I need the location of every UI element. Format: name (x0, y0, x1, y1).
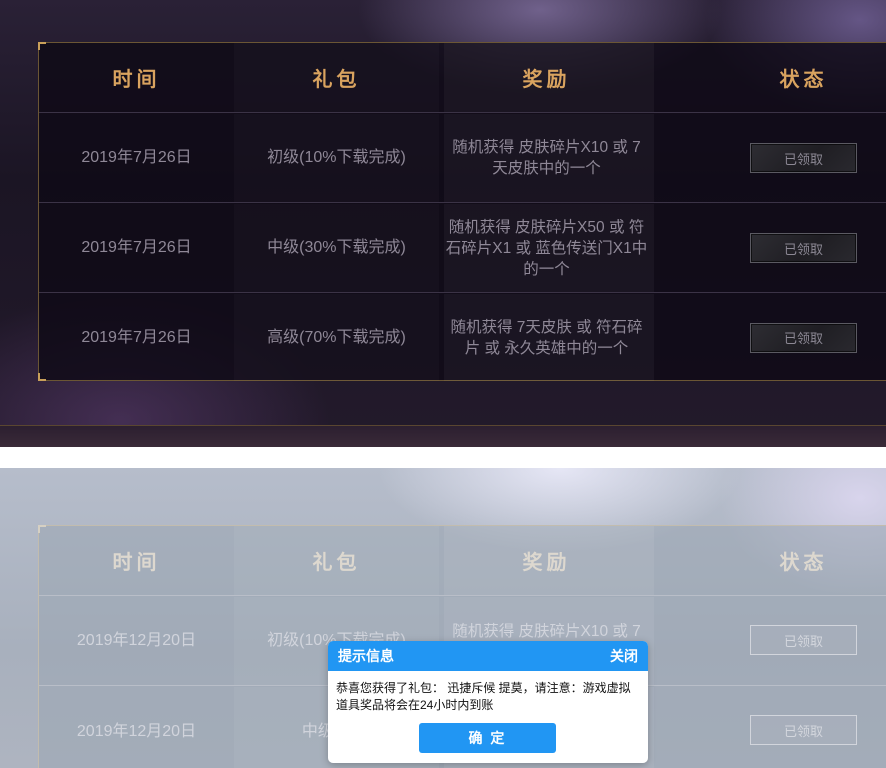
row-reward: 随机获得 皮肤碎片X10 或 7 (452, 623, 641, 640)
claimed-button[interactable]: 已领取 (750, 625, 857, 655)
confirm-button[interactable]: 确 定 (419, 723, 556, 753)
header-pack: 礼包 (312, 67, 361, 91)
table-row: 2019年7月26日 高级(70%下载完成) 随机获得 7天皮肤 或 符石碎片 … (39, 294, 886, 381)
header-reward: 奖励 (522, 67, 571, 91)
rewards-table: 时间 礼包 奖励 状态 2019年7月26日 初级(10%下载完成) 随机获得 … (38, 42, 886, 381)
header-status: 状态 (779, 67, 828, 91)
claimed-button[interactable]: 已领取 (750, 143, 857, 173)
rewards-panel-top: 时间 礼包 奖励 状态 2019年7月26日 初级(10%下载完成) 随机获得 … (0, 0, 886, 447)
panel-footer-strip (0, 425, 886, 447)
row-reward: 随机获得 皮肤碎片X50 或 符石碎片X1 或 蓝色传送门X1中的一个 (445, 218, 648, 278)
row-pack: 高级(70%下载完成) (267, 328, 406, 346)
header-time: 时间 (112, 550, 161, 574)
row-time: 2019年7月26日 (81, 239, 192, 256)
header-status: 状态 (779, 550, 828, 574)
row-time: 2019年12月20日 (76, 632, 197, 649)
header-time: 时间 (112, 67, 161, 91)
header-reward: 奖励 (522, 550, 571, 574)
notice-dialog: 提示信息 关闭 恭喜您获得了礼包： 迅捷斥候 提莫，请注意：游戏虚拟道具奖品将会… (328, 641, 648, 763)
table-row: 2019年7月26日 中级(30%下载完成) 随机获得 皮肤碎片X50 或 符石… (39, 204, 886, 293)
row-time: 2019年7月26日 (81, 328, 192, 346)
claimed-button[interactable]: 已领取 (750, 322, 857, 353)
claimed-button[interactable]: 已领取 (750, 233, 857, 263)
row-time: 2019年12月20日 (76, 723, 197, 740)
table-header: 时间 礼包 奖励 状态 (39, 526, 886, 596)
claimed-button[interactable]: 已领取 (750, 715, 857, 745)
row-reward: 随机获得 皮肤碎片X10 或 7天皮肤中的一个 (452, 139, 641, 177)
dialog-message: 恭喜您获得了礼包： 迅捷斥候 提莫，请注意：游戏虚拟道具奖品将会在24小时内到账 (336, 681, 631, 712)
row-time: 2019年7月26日 (81, 149, 192, 166)
dialog-header: 提示信息 关闭 (328, 641, 648, 671)
row-pack: 初级(10%下载完成) (267, 149, 406, 166)
dialog-title: 提示信息 (338, 648, 394, 664)
table-row: 2019年7月26日 初级(10%下载完成) 随机获得 皮肤碎片X10 或 7天… (39, 114, 886, 203)
table-header: 时间 礼包 奖励 状态 (39, 43, 886, 113)
row-pack: 中级(30%下载完成) (267, 239, 406, 256)
header-pack: 礼包 (312, 550, 361, 574)
dialog-close-button[interactable]: 关闭 (610, 646, 638, 666)
row-reward: 随机获得 7天皮肤 或 符石碎片 或 永久英雄中的一个 (450, 318, 643, 357)
